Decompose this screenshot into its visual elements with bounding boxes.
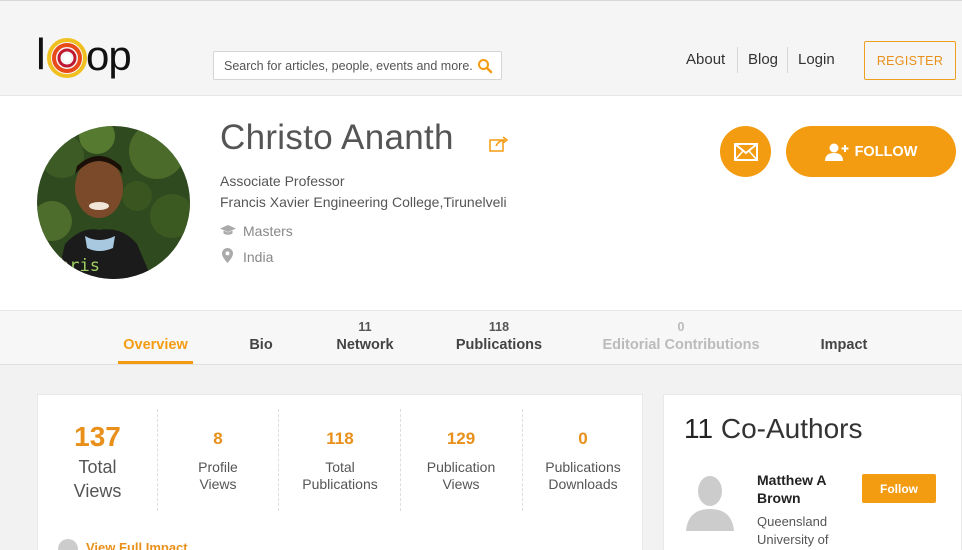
total-views-stat: 137 Total Views <box>73 421 122 501</box>
tab-network-count: 11 <box>358 320 372 334</box>
coauthors-count: 11 <box>684 413 714 444</box>
search-box[interactable] <box>213 51 502 80</box>
stats-card: 137 Total Views 8 Profile Views 118 Tota… <box>37 394 643 550</box>
follow-button[interactable]: FOLLOW <box>786 126 956 177</box>
coauthor-name[interactable]: Matthew A Brown <box>757 471 847 507</box>
publications-downloads-stat: 0 Publications Downloads <box>545 429 621 492</box>
nav-about-link[interactable]: About <box>686 51 725 68</box>
tab-active-indicator <box>118 361 193 364</box>
profile-name: Christo Ananth <box>220 118 454 157</box>
tab-editorial-contributions[interactable]: 0 Editorial Contributions <box>596 311 766 366</box>
graduation-cap-icon <box>220 225 236 235</box>
loop-logo[interactable]: l op <box>36 33 146 83</box>
envelope-icon <box>733 142 758 161</box>
profile-organization[interactable]: Francis Xavier Engineering College,Tirun… <box>220 194 507 210</box>
tab-publications[interactable]: 118 Publications <box>444 311 554 366</box>
svg-text:hris: hris <box>59 256 100 276</box>
coauthors-heading: 11 Co-Authors <box>684 413 863 444</box>
location-pin-icon <box>222 248 233 263</box>
message-button[interactable] <box>720 126 771 177</box>
tab-impact[interactable]: Impact <box>811 311 877 366</box>
default-user-icon <box>686 476 734 531</box>
stat-divider <box>278 409 279 511</box>
profile-education: Masters <box>243 223 293 239</box>
tab-overview[interactable]: Overview <box>118 311 193 366</box>
tab-bio[interactable]: Bio <box>231 311 291 366</box>
profile-views-stat: 8 Profile Views <box>198 429 238 492</box>
register-button[interactable]: REGISTER <box>864 41 956 80</box>
tab-editorial-count: 0 <box>677 320 685 334</box>
follow-button-label: FOLLOW <box>854 143 918 160</box>
profile-tabs: Overview Bio 11 Network 118 Publications… <box>0 310 962 365</box>
coauthors-card: 11 Co-Authors Matthew A Brown Queensland… <box>663 394 962 550</box>
publication-views-stat: 129 Publication Views <box>426 429 496 492</box>
nav-blog-link[interactable]: Blog <box>748 51 778 68</box>
nav-divider <box>737 47 738 73</box>
profile-section: hris Christo Ananth Associate Professor … <box>0 96 962 310</box>
nav-login-link[interactable]: Login <box>798 51 835 68</box>
add-user-icon <box>824 143 849 161</box>
logo-ring-icon <box>47 38 87 78</box>
profile-location: India <box>243 249 274 265</box>
total-publications-stat: 118 Total Publications <box>302 429 378 492</box>
profile-role: Associate Professor <box>220 173 345 189</box>
view-full-impact-link[interactable]: View Full Impact <box>86 540 188 550</box>
share-icon[interactable] <box>489 136 509 152</box>
chart-icon <box>58 539 78 550</box>
tab-network[interactable]: 11 Network <box>325 311 405 366</box>
coauthor-follow-button[interactable]: Follow <box>862 474 936 503</box>
search-icon[interactable] <box>477 58 493 74</box>
nav-divider <box>787 47 788 73</box>
site-header: l op About Blog Login REGISTER <box>0 0 962 96</box>
profile-avatar: hris <box>37 126 190 279</box>
tab-publications-count: 118 <box>488 320 510 334</box>
search-input[interactable] <box>224 59 474 73</box>
coauthor-affiliation: Queensland University of <box>757 514 829 547</box>
